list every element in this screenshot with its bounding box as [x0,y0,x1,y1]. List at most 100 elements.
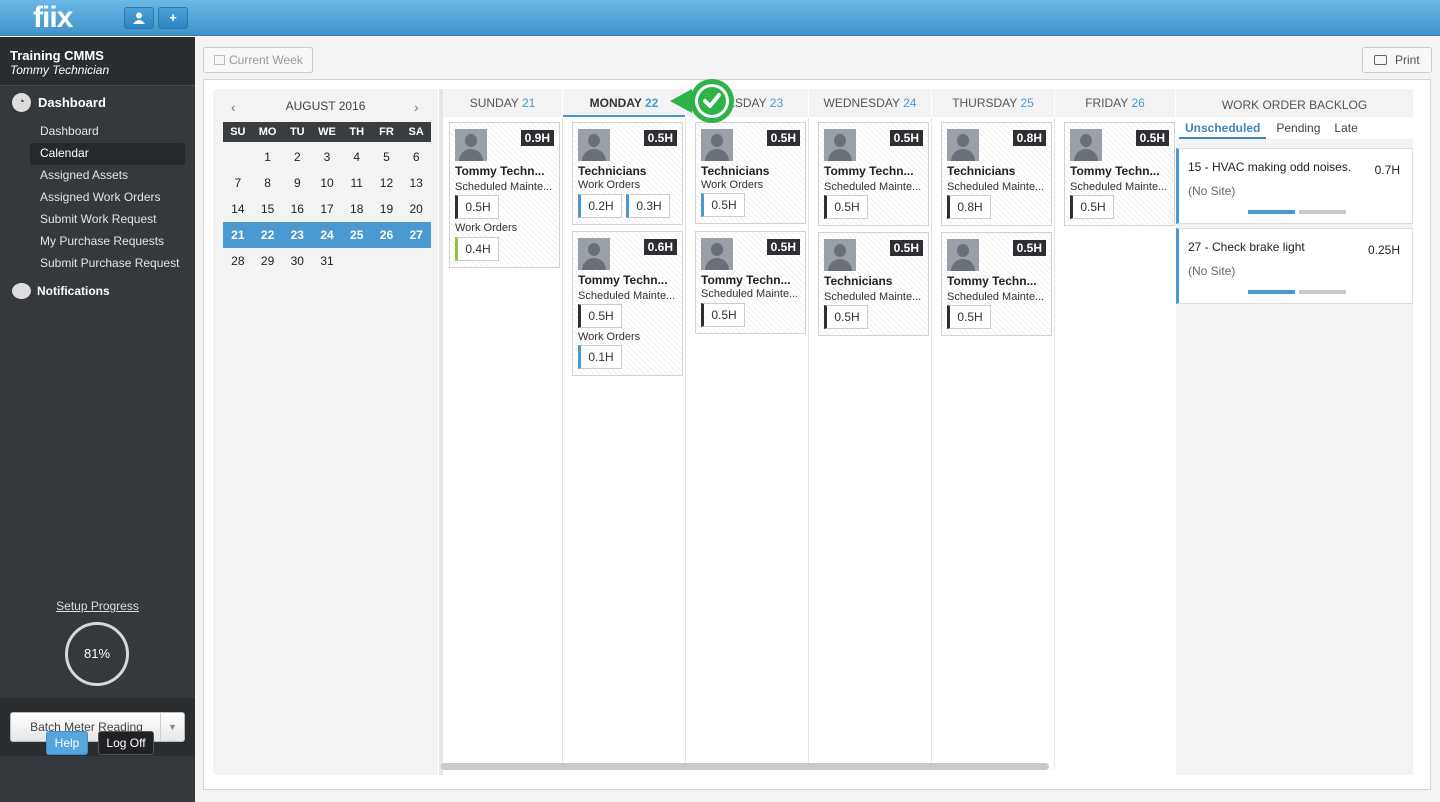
calendar-day[interactable]: 17 [312,196,342,222]
next-month-icon[interactable]: › [414,99,419,115]
calendar-week[interactable]: 7 8 9 10 11 12 13 [223,170,431,196]
calendar-day[interactable]: 18 [342,196,372,222]
user-name: Tommy Technician [10,63,110,77]
hours-pill[interactable]: 0.5H [824,195,868,219]
hours-pill[interactable]: 0.5H [701,303,745,327]
org-title: Training CMMS [10,48,104,63]
nav-item-calendar[interactable]: Calendar [30,143,185,165]
hours-pill[interactable]: 0.1H [578,345,622,369]
total-hours-badge: 0.5H [1012,240,1046,256]
current-week-button[interactable]: Current Week [203,47,313,73]
hours-pill[interactable]: 0.3H [626,194,670,218]
calendar-day[interactable] [401,248,431,274]
calendar-day[interactable]: 15 [253,196,283,222]
schedule-card[interactable]: 0.8H Technicians Scheduled Mainte... 0.8… [941,122,1052,226]
log-off-button[interactable]: Log Off [98,731,154,755]
calendar-week[interactable]: 28 29 30 31 [223,248,431,274]
hours-pill[interactable]: 0.5H [1070,195,1114,219]
backlog-work-order[interactable]: 15 - HVAC making odd noises. 0.7H (No Si… [1176,148,1413,224]
task-type-label: Scheduled Mainte... [947,181,1045,193]
calendar-day[interactable]: 7 [223,170,253,196]
calendar-day[interactable]: 20 [401,196,431,222]
day-header-sunday[interactable]: SUNDAY 21 [443,89,562,117]
calendar-day[interactable]: 25 [342,222,372,248]
schedule-card[interactable]: 0.5H Technicians Work Orders 0.2H 0.3H [572,122,683,225]
chevron-down-icon[interactable]: ▼ [160,713,184,741]
hours-pill[interactable]: 0.4H [455,237,499,261]
notifications-nav[interactable]: Notifications [12,283,110,299]
calendar-day[interactable]: 28 [223,248,253,274]
help-button[interactable]: Help [46,731,88,755]
print-button[interactable]: Print [1362,47,1432,73]
calendar-week-selected[interactable]: 21 22 23 24 25 26 27 [223,222,431,248]
horizontal-scrollbar[interactable] [441,763,1049,770]
hours-pill[interactable]: 0.5H [947,305,991,329]
backlog-work-order[interactable]: 27 - Check brake light 0.25H (No Site) [1176,228,1413,304]
schedule-card[interactable]: 0.6H Tommy Techn... Scheduled Mainte... … [572,231,683,376]
calendar-day[interactable]: 2 [282,144,312,170]
calendar-day[interactable]: 31 [312,248,342,274]
calendar-day[interactable]: 14 [223,196,253,222]
calendar-day[interactable] [372,248,402,274]
calendar-week[interactable]: 1 2 3 4 5 6 [223,144,431,170]
hours-pill[interactable]: 0.5H [578,304,622,328]
hours-pill[interactable]: 0.5H [701,193,745,217]
calendar-day[interactable]: 4 [342,144,372,170]
calendar-day[interactable]: 30 [282,248,312,274]
add-button[interactable]: + [158,7,188,29]
day-name: WEDNESDAY [823,96,900,110]
nav-item-assigned-work-orders[interactable]: Assigned Work Orders [30,187,185,209]
tab-pending[interactable]: Pending [1270,117,1326,139]
nav-item-submit-purchase-request[interactable]: Submit Purchase Request [30,253,185,275]
day-header-thursday[interactable]: THURSDAY 25 [932,89,1054,117]
setup-progress-link[interactable]: Setup Progress [0,599,195,613]
day-number: 26 [1131,96,1145,110]
calendar-day[interactable]: 22 [253,222,283,248]
calendar-day[interactable]: 13 [401,170,431,196]
schedule-card[interactable]: 0.5H Tommy Techn... Scheduled Mainte... … [695,231,806,334]
schedule-card[interactable]: 0.5H Tommy Techn... Scheduled Mainte... … [818,122,929,226]
schedule-card[interactable]: 0.5H Tommy Techn... Scheduled Mainte... … [1064,122,1175,226]
calendar-day[interactable]: 3 [312,144,342,170]
calendar-day[interactable]: 9 [282,170,312,196]
calendar-day[interactable]: 26 [372,222,402,248]
calendar-day[interactable]: 5 [372,144,402,170]
calendar-day[interactable]: 19 [372,196,402,222]
hours-pill[interactable]: 0.8H [947,195,991,219]
calendar-day[interactable]: 8 [253,170,283,196]
tab-unscheduled[interactable]: Unscheduled [1179,117,1267,139]
nav-item-submit-work-request[interactable]: Submit Work Request [30,209,185,231]
calendar-day[interactable]: 16 [282,196,312,222]
nav-item-my-purchase-requests[interactable]: My Purchase Requests [30,231,185,253]
calendar-day[interactable]: 27 [401,222,431,248]
calendar-day[interactable]: 12 [372,170,402,196]
calendar-day[interactable]: 24 [312,222,342,248]
day-header-monday[interactable]: MONDAY 22 [563,89,685,117]
calendar-day[interactable]: 23 [282,222,312,248]
calendar-day[interactable]: 6 [401,144,431,170]
hours-pill[interactable]: 0.5H [455,195,499,219]
calendar-day[interactable]: 29 [253,248,283,274]
calendar-day[interactable]: 10 [312,170,342,196]
fiix-logo[interactable]: fiix [33,2,73,34]
user-button[interactable] [124,7,154,29]
tab-late[interactable]: Late [1328,117,1363,139]
calendar-day[interactable]: 1 [253,144,283,170]
calendar-day[interactable] [342,248,372,274]
calendar-day[interactable] [223,144,253,170]
calendar-day[interactable]: 21 [223,222,253,248]
schedule-card[interactable]: 0.5H Tommy Techn... Scheduled Mainte... … [941,232,1052,336]
schedule-card[interactable]: 0.5H Technicians Scheduled Mainte... 0.5… [818,232,929,336]
day-header-wednesday[interactable]: WEDNESDAY 24 [809,89,931,117]
nav-item-assigned-assets[interactable]: Assigned Assets [30,165,185,187]
hours-pill[interactable]: 0.2H [578,194,622,218]
nav-item-dashboard[interactable]: Dashboard [30,121,185,143]
prev-month-icon[interactable]: ‹ [231,99,236,115]
hours-pill[interactable]: 0.5H [824,305,868,329]
calendar-week[interactable]: 14 15 16 17 18 19 20 [223,196,431,222]
schedule-card[interactable]: 0.5H Technicians Work Orders 0.5H [695,122,806,224]
day-header-friday[interactable]: FRIDAY 26 [1055,89,1175,117]
calendar-day[interactable]: 11 [342,170,372,196]
schedule-card[interactable]: 0.9H Tommy Techn... Scheduled Mainte... … [449,122,560,268]
dashboard-nav-header[interactable]: ◔ Dashboard [12,92,106,112]
